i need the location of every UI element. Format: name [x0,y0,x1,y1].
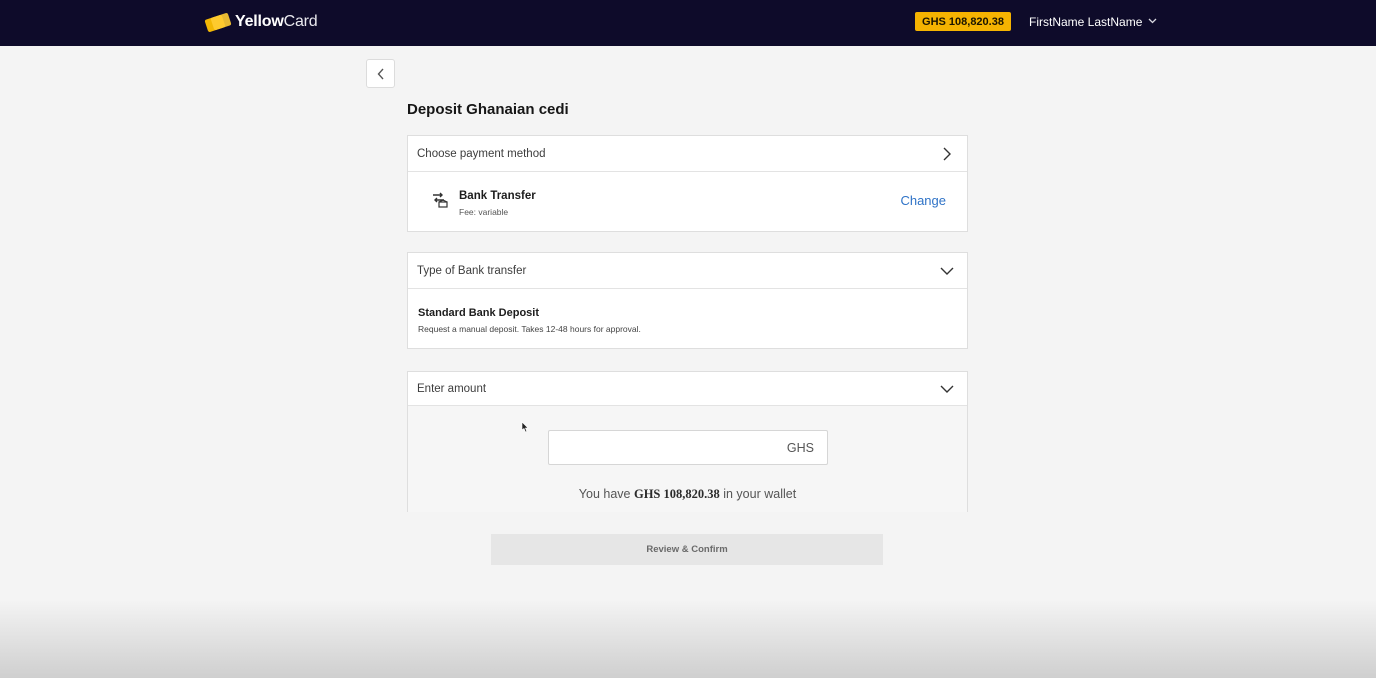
amount-field[interactable]: GHS [548,430,828,465]
user-name: FirstName LastName [1029,15,1143,29]
bottom-fade [0,600,1376,678]
enter-amount-header[interactable]: Enter amount [408,372,967,406]
amount-input[interactable] [549,431,769,464]
logo-text-bold: Yellow [235,13,284,30]
chevron-down-icon [1148,16,1157,27]
payment-method-fee: Fee: variable [459,207,509,217]
amount-currency: GHS [786,441,814,455]
payment-method-header[interactable]: Choose payment method [408,136,967,172]
logo-card-icon [204,12,232,33]
change-payment-method-link[interactable]: Change [900,193,946,208]
page-title: Deposit Ghanaian cedi [407,101,569,118]
user-menu[interactable]: FirstName LastName [1029,13,1157,31]
chevron-right-icon [943,147,951,160]
bank-transfer-icon [433,192,448,208]
balance-badge[interactable]: GHS 108,820.38 [915,12,1011,31]
enter-amount-card: Enter amount GHS You have GHS 108,820.38… [407,371,968,512]
chevron-down-icon [940,385,954,393]
enter-amount-body: GHS You have GHS 108,820.38 in your wall… [408,406,967,512]
payment-method-name: Bank Transfer [459,190,536,202]
chevron-down-icon [940,267,954,275]
chevron-left-icon [377,68,384,79]
bank-transfer-type-description: Request a manual deposit. Takes 12-48 ho… [418,324,641,334]
selected-bank-transfer-type[interactable]: Standard Bank Deposit Request a manual d… [408,289,967,349]
back-button[interactable] [366,59,395,88]
bank-transfer-type-header[interactable]: Type of Bank transfer [408,253,967,289]
bank-transfer-type-heading: Type of Bank transfer [417,264,527,277]
bank-transfer-type-card: Type of Bank transfer Standard Bank Depo… [407,252,968,349]
wallet-note-suffix: in your wallet [723,487,797,501]
logo-text-light: Card [283,13,318,30]
yellowcard-logo[interactable]: YellowCard [204,11,318,33]
enter-amount-heading: Enter amount [417,382,487,395]
payment-method-heading: Choose payment method [417,147,546,160]
top-nav: YellowCard GHS 108,820.38 FirstName Last… [0,0,1376,46]
payment-method-card: Choose payment method Bank Transfer Fee:… [407,135,968,232]
wallet-note-amount: GHS 108,820.38 [633,487,720,501]
bank-transfer-type-name: Standard Bank Deposit [418,307,540,319]
selected-payment-method: Bank Transfer Fee: variable Change [408,172,967,232]
mouse-cursor-icon [521,421,529,433]
wallet-note-prefix: You have [578,487,631,501]
wallet-balance-note: You have GHS 108,820.38 in your wallet [408,487,967,502]
review-confirm-button[interactable]: Review & Confirm [491,534,883,565]
